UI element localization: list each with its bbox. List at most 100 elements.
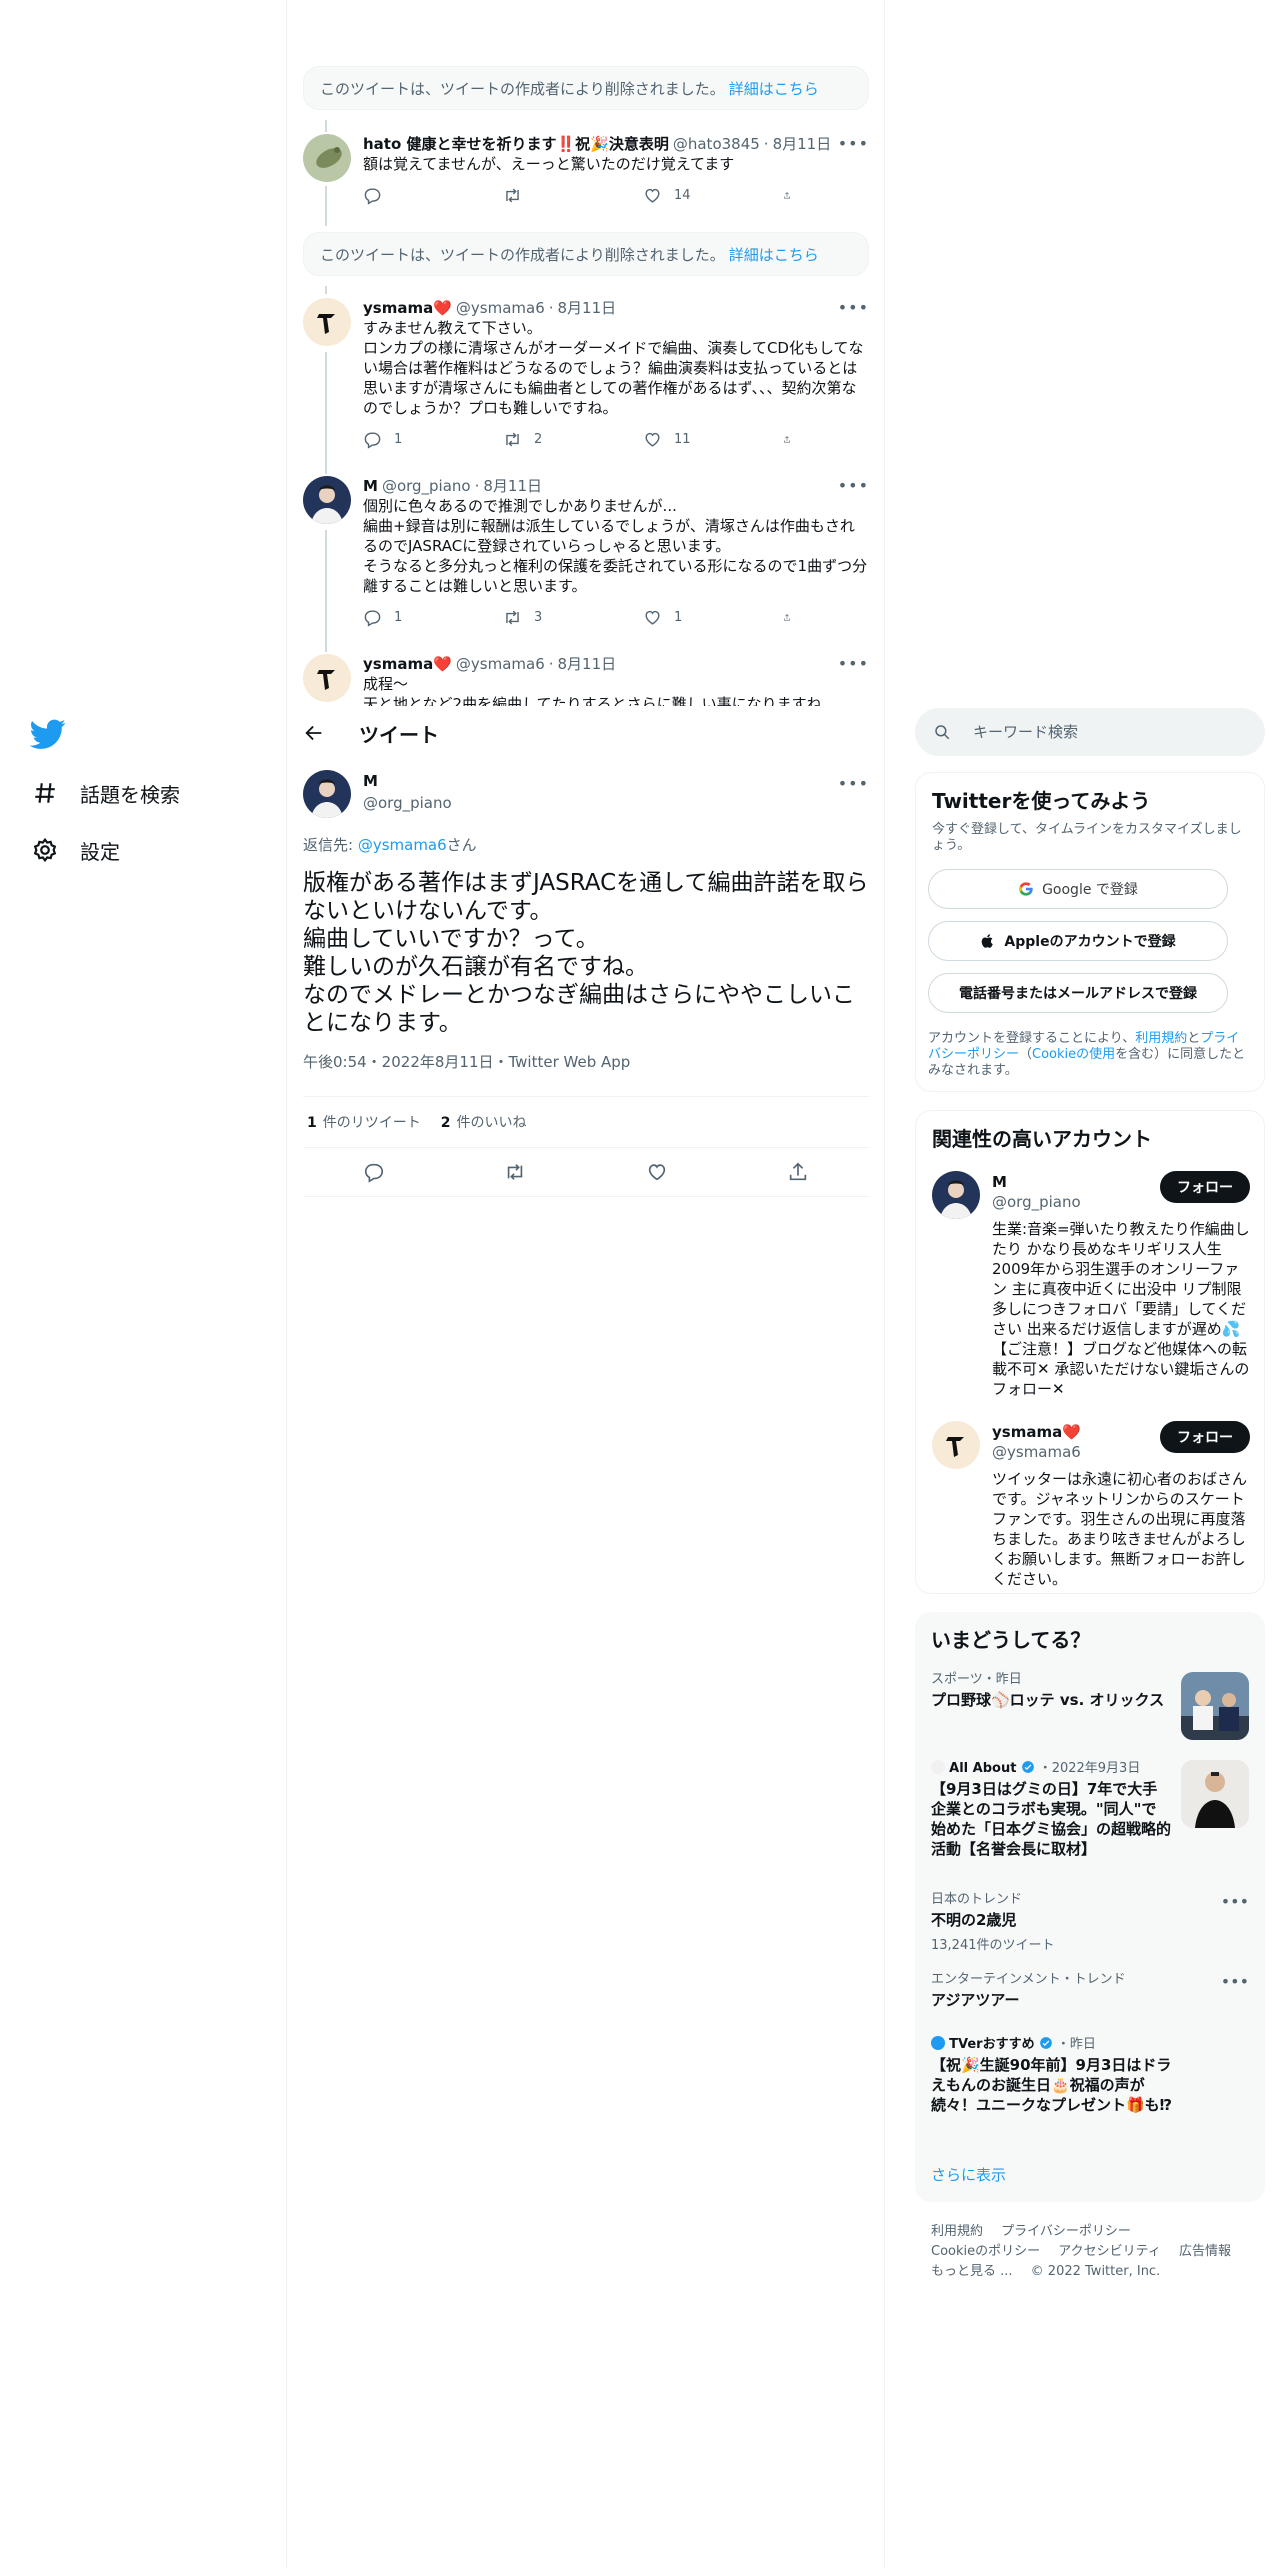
author-handle[interactable]: @hato3845	[673, 134, 760, 154]
author-name[interactable]: ysmama❤️	[363, 298, 452, 318]
search-input[interactable]	[973, 723, 1233, 741]
author-name[interactable]: M	[363, 476, 378, 496]
tweet-reply[interactable]: ysmama❤️ @ysmama6 · 8月11日 ••• すみません教えて下さ…	[303, 298, 869, 458]
trend-item[interactable]: 日本のトレンド 不明の2歳児 13,241件のツイート •••	[931, 1892, 1249, 1956]
more-options-icon[interactable]: •••	[838, 298, 869, 317]
related-accounts-card: 関連性の高いアカウント M @org_piano フォロー 生業:音楽=弾いたり…	[915, 1110, 1265, 1594]
tweet-date[interactable]: 8月11日	[773, 134, 832, 154]
tweet-date[interactable]: 8月11日	[483, 476, 542, 496]
account-suggestion[interactable]: M @org_piano フォロー 生業:音楽=弾いたり教えたり作編曲したり か…	[932, 1171, 1250, 1411]
footer-privacy-link[interactable]: プライバシーポリシー	[1001, 2224, 1131, 2239]
like-count-link[interactable]: 2 件のいいね	[441, 1112, 527, 1132]
share-icon	[784, 192, 790, 199]
tweet-date[interactable]: 8月11日	[558, 654, 617, 674]
cookie-link[interactable]: Cookieの使用	[1032, 1047, 1115, 1062]
author-handle[interactable]: @org_piano	[382, 476, 471, 496]
more-options-icon[interactable]: •••	[1221, 1972, 1249, 1991]
footer-ads-link[interactable]: 広告情報	[1179, 2244, 1231, 2259]
dot-separator: ·	[763, 135, 769, 153]
more-options-icon[interactable]: •••	[838, 774, 869, 793]
footer-terms-link[interactable]: 利用規約	[931, 2224, 983, 2239]
search-box[interactable]	[915, 708, 1265, 756]
trend-item[interactable]: TVerおすすめ ・昨日 【祝🎉生誕90年前】9月3日はドラえもんのお誕生日🎂祝…	[931, 2036, 1249, 2146]
page-title: ツイート	[359, 722, 439, 747]
show-more-link[interactable]: さらに表示	[931, 2164, 1006, 2185]
account-suggestion[interactable]: ysmama❤️ @ysmama6 フォロー ツイッターは永遠に初心者のおばさん…	[932, 1421, 1250, 1591]
related-title: 関連性の高いアカウント	[932, 1127, 1152, 1151]
follow-button[interactable]: フォロー	[1160, 1421, 1250, 1453]
google-signup-button[interactable]: Google で登録	[928, 869, 1228, 909]
reply-button[interactable]: 1	[363, 608, 463, 627]
author-name[interactable]: M	[363, 772, 378, 790]
retweet-button[interactable]	[503, 186, 603, 205]
tweet-reply[interactable]: ysmama❤️ @ysmama6 · 8月11日 ••• 成程〜 天と地となど…	[303, 654, 869, 706]
author-handle[interactable]: @ysmama6	[456, 298, 545, 318]
author-handle[interactable]: @org_piano	[363, 794, 452, 812]
more-options-icon[interactable]: •••	[838, 654, 869, 673]
retweet-icon	[506, 432, 519, 447]
retweet-button[interactable]: 3	[503, 608, 603, 627]
nav-explore[interactable]: 話題を検索	[30, 773, 180, 813]
apple-signup-button[interactable]: Appleのアカウントで登録	[928, 921, 1228, 961]
trend-item[interactable]: All About ・2022年9月3日 【9月3日はグミの日】7年で大手企業と…	[931, 1760, 1249, 1870]
follow-button[interactable]: フォロー	[1160, 1171, 1250, 1203]
heart-icon[interactable]	[646, 1161, 668, 1183]
tweet-timestamp[interactable]: 午後0:54・2022年8月11日・Twitter Web App	[303, 1051, 869, 1072]
trend-item[interactable]: エンターテインメント・トレンド アジアツアー •••	[931, 1972, 1249, 2020]
avatar[interactable]	[303, 298, 351, 346]
avatar[interactable]	[932, 1421, 980, 1469]
terms-link[interactable]: 利用規約	[1135, 1031, 1187, 1046]
trend-item[interactable]: スポーツ・昨日 プロ野球⚾ロッテ vs. オリックス	[931, 1672, 1249, 1744]
account-name[interactable]: ysmama❤️	[992, 1423, 1081, 1441]
phone-email-signup-button[interactable]: 電話番号またはメールアドレスで登録	[928, 973, 1228, 1013]
like-button[interactable]: 1	[643, 608, 743, 627]
reply-button[interactable]	[363, 186, 463, 205]
footer-accessibility-link[interactable]: アクセシビリティ	[1058, 2244, 1161, 2259]
retweet-button[interactable]: 2	[503, 430, 603, 449]
twitter-logo-icon[interactable]	[30, 716, 66, 752]
verified-badge-icon	[1039, 2037, 1052, 2049]
avatar[interactable]	[303, 134, 351, 182]
share-icon[interactable]	[787, 1161, 809, 1183]
nav-settings[interactable]: 設定	[30, 830, 120, 870]
avatar[interactable]	[303, 770, 351, 818]
like-button[interactable]: 11	[643, 430, 743, 449]
back-arrow-icon[interactable]	[303, 722, 325, 744]
more-options-icon[interactable]: •••	[1221, 1892, 1249, 1911]
deleted-more-link[interactable]: 詳細はこちら	[729, 78, 819, 99]
signup-card: Twitterを使ってみよう 今すぐ登録して、タイムラインをカスタマイズしましょ…	[915, 772, 1265, 1092]
footer-cookie-link[interactable]: Cookieのポリシー	[931, 2244, 1040, 2259]
share-button[interactable]	[783, 186, 803, 205]
reply-icon[interactable]	[363, 1161, 385, 1183]
like-button[interactable]: 14	[643, 186, 743, 205]
mention-link[interactable]: @ysmama6	[358, 836, 447, 854]
avatar[interactable]	[303, 476, 351, 524]
trend-title: 【祝🎉生誕90年前】9月3日はドラえもんのお誕生日🎂祝福の声が続々！ユニークなプ…	[931, 2056, 1173, 2114]
tweet-reply[interactable]: M @org_piano · 8月11日 ••• 個別に色々あるので推測でしかあ…	[303, 476, 869, 636]
more-options-icon[interactable]: •••	[838, 134, 869, 153]
retweet-count-link[interactable]: 1 件のリツイート	[307, 1112, 421, 1132]
reply-button[interactable]: 1	[363, 430, 463, 449]
deleted-more-link[interactable]: 詳細はこちら	[729, 244, 819, 265]
retweet-icon	[506, 610, 519, 625]
share-button[interactable]	[783, 430, 803, 449]
avatar[interactable]	[932, 1171, 980, 1219]
more-options-icon[interactable]: •••	[838, 476, 869, 495]
author-handle[interactable]: @ysmama6	[456, 654, 545, 674]
account-handle[interactable]: @ysmama6	[992, 1443, 1081, 1461]
tweet-date[interactable]: 8月11日	[558, 298, 617, 318]
account-bio: 生業:音楽=弾いたり教えたり作編曲したり かなり長めなキリギリス人生 2009年…	[992, 1220, 1250, 1398]
account-name[interactable]: M	[992, 1173, 1007, 1191]
account-handle[interactable]: @org_piano	[992, 1193, 1081, 1211]
tweet-reply[interactable]: hato 健康と幸せを祈ります‼️祝🎉決意表明 @hato3845 · 8月11…	[303, 134, 869, 214]
author-name[interactable]: hato 健康と幸せを祈ります‼️祝🎉決意表明	[363, 134, 669, 154]
share-button[interactable]	[783, 608, 803, 627]
avatar[interactable]	[303, 654, 351, 702]
tweet-text: 版権がある著作はまずJASRACを通して編曲許諾を取らないといけないんです。 編…	[303, 870, 869, 1036]
trends-card: いまどうしてる？ スポーツ・昨日 プロ野球⚾ロッテ vs. オリックス All …	[915, 1612, 1265, 2202]
retweet-icon[interactable]	[504, 1161, 526, 1183]
tweet-author[interactable]: M @org_piano •••	[303, 770, 869, 820]
timeline-column: このツイートは、ツイートの作成者により削除されました。 詳細はこちら hato …	[286, 0, 885, 2568]
author-name[interactable]: ysmama❤️	[363, 654, 452, 674]
footer-more-link[interactable]: もっと見る ...	[931, 2264, 1013, 2279]
